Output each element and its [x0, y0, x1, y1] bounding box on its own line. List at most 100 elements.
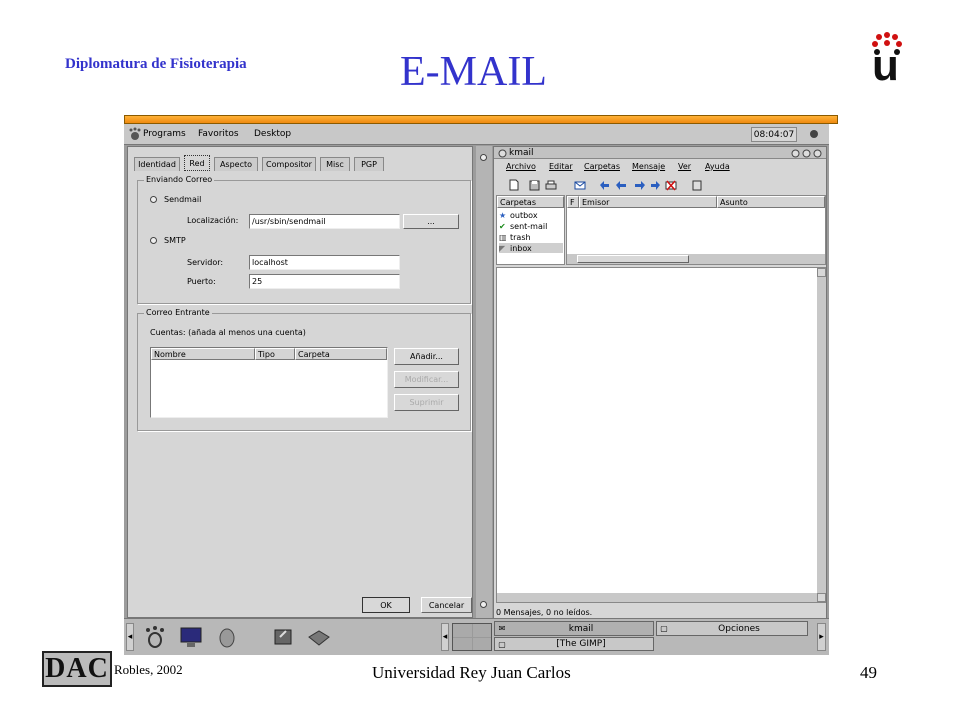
task-opciones[interactable]: ▢ Opciones — [656, 621, 808, 636]
message-view[interactable] — [496, 267, 826, 603]
smtp-radio[interactable] — [150, 237, 157, 244]
left-arrow-icon[interactable]: ◂ — [126, 623, 134, 651]
folder-sent-mail[interactable]: ✔ sent-mail — [499, 221, 563, 231]
new-message-icon[interactable] — [508, 179, 520, 191]
accounts-label: Cuentas: (añada al menos una cuenta) — [150, 328, 306, 337]
kmail-task-icon: ✉ — [498, 624, 506, 633]
print-icon[interactable] — [545, 179, 557, 191]
hscroll-thumb[interactable] — [577, 255, 689, 263]
pager-desk-4[interactable] — [472, 637, 491, 650]
browse-button[interactable]: ... — [403, 214, 459, 229]
delete-account-button[interactable]: Suprimir — [394, 394, 459, 411]
menu-editar[interactable]: Editar — [549, 162, 573, 171]
location-label: Localización: — [187, 216, 239, 225]
modify-account-button[interactable]: Modificar... — [394, 371, 459, 388]
desktop-pager[interactable] — [452, 623, 492, 651]
tab-red[interactable]: Red — [184, 155, 210, 171]
trash-icon: ▥ — [499, 232, 507, 242]
save-icon[interactable] — [528, 179, 540, 191]
folder-trash-label: trash — [510, 232, 531, 242]
pager-desk-1[interactable] — [453, 624, 472, 637]
folder-outbox[interactable]: ★ outbox — [499, 210, 563, 220]
vscroll-up-arrow[interactable] — [817, 268, 826, 277]
column-asunto[interactable]: Asunto — [717, 196, 825, 208]
task-gimp[interactable]: ▢ [The GIMP] — [494, 637, 654, 651]
vscroll-down-arrow[interactable] — [817, 593, 826, 602]
applet-icon[interactable] — [808, 128, 820, 140]
port-label: Puerto: — [187, 277, 216, 286]
outbox-icon: ★ — [499, 210, 507, 220]
monitor-icon[interactable] — [178, 624, 204, 650]
mouse-icon[interactable] — [214, 624, 240, 650]
folder-inbox-label: inbox — [510, 243, 532, 253]
server-field[interactable]: localhost — [249, 255, 400, 270]
desktop-scroll-handle-bottom[interactable] — [480, 601, 487, 608]
tasklist: ✉ kmail ▢ Opciones ▢ [The GIMP] — [494, 621, 812, 653]
desktop-scroll-handle[interactable] — [480, 154, 487, 161]
folders-header[interactable]: Carpetas — [497, 196, 564, 208]
add-account-button[interactable]: Añadir... — [394, 348, 459, 365]
pager-desk-2[interactable] — [472, 624, 491, 637]
minimize-icon[interactable] — [790, 148, 800, 158]
tab-identidad[interactable]: Identidad — [134, 157, 180, 171]
top-panel: Programs Favoritos Desktop 08:04:07 — [124, 124, 829, 145]
close-icon[interactable] — [812, 148, 822, 158]
toolbox-icon[interactable] — [306, 624, 332, 650]
folder-trash[interactable]: ▥ trash — [499, 232, 563, 242]
dac-logo-text: DAC — [45, 653, 109, 684]
kmail-statusbar: 0 Mensajes, 0 no leídos. — [496, 607, 593, 617]
slide-subtitle: Diplomatura de Fisioterapia — [65, 56, 247, 72]
column-f[interactable]: F — [567, 196, 579, 208]
menu-ver[interactable]: Ver — [678, 162, 691, 171]
pager-arrow-icon[interactable]: ◂ — [441, 623, 449, 651]
sendmail-radio[interactable] — [150, 196, 157, 203]
column-carpeta[interactable]: Carpeta — [295, 348, 387, 360]
settings-dialog: Identidad Red Aspecto Compositor Misc PG… — [127, 146, 473, 618]
column-emisor[interactable]: Emisor — [579, 196, 717, 208]
cancel-button[interactable]: Cancelar — [421, 597, 472, 613]
folder-inbox[interactable]: ◤ inbox — [499, 243, 563, 253]
location-field[interactable]: /usr/sbin/sendmail — [249, 214, 400, 229]
reply-icon[interactable] — [598, 179, 610, 191]
forward-icon[interactable] — [634, 179, 646, 191]
menu-programs[interactable]: Programs — [143, 129, 186, 139]
menu-carpetas[interactable]: Carpetas — [584, 162, 620, 171]
right-arrow-icon[interactable]: ▸ — [817, 623, 826, 651]
message-list-hscrollbar[interactable] — [567, 254, 825, 264]
port-field[interactable]: 25 — [249, 274, 400, 289]
tab-aspecto[interactable]: Aspecto — [214, 157, 258, 171]
gimp-launcher-icon[interactable] — [271, 624, 297, 650]
addressbook-icon[interactable] — [691, 179, 703, 191]
menu-favoritos[interactable]: Favoritos — [198, 129, 239, 139]
delete-icon[interactable] — [665, 179, 677, 191]
menu-ayuda[interactable]: Ayuda — [705, 162, 730, 171]
gnome-foot-icon[interactable] — [128, 127, 142, 141]
message-view-vscrollbar[interactable] — [817, 268, 826, 602]
footer-university: Universidad Rey Juan Carlos — [372, 663, 571, 682]
accounts-list[interactable]: Nombre Tipo Carpeta — [150, 347, 388, 418]
tab-misc[interactable]: Misc — [320, 157, 350, 171]
message-list[interactable]: F Emisor Asunto — [566, 195, 826, 265]
window-separator — [476, 146, 492, 618]
sending-group: Enviando Correo Sendmail Localización: /… — [137, 175, 471, 304]
check-mail-icon[interactable] — [574, 179, 586, 191]
bounce-icon[interactable] — [650, 179, 662, 191]
task-kmail[interactable]: ✉ kmail — [494, 621, 654, 636]
gnome-foot-panel-icon[interactable] — [142, 624, 168, 650]
tab-compositor[interactable]: Compositor — [262, 157, 316, 171]
kmail-titlebar[interactable]: kmail — [494, 147, 826, 159]
maximize-icon[interactable] — [801, 148, 811, 158]
menu-mensaje[interactable]: Mensaje — [632, 162, 665, 171]
pager-desk-3[interactable] — [453, 637, 472, 650]
sent-mail-icon: ✔ — [499, 221, 506, 231]
column-tipo[interactable]: Tipo — [255, 348, 295, 360]
sendmail-label: Sendmail — [164, 195, 202, 204]
ok-button[interactable]: OK — [362, 597, 410, 613]
menu-desktop[interactable]: Desktop — [254, 129, 291, 139]
tab-pgp[interactable]: PGP — [354, 157, 384, 171]
reply-all-icon[interactable] — [615, 179, 627, 191]
window-menu-icon[interactable] — [497, 148, 507, 158]
menu-archivo[interactable]: Archivo — [506, 162, 536, 171]
column-nombre[interactable]: Nombre — [151, 348, 255, 360]
message-view-hscrollbar[interactable] — [497, 593, 817, 602]
